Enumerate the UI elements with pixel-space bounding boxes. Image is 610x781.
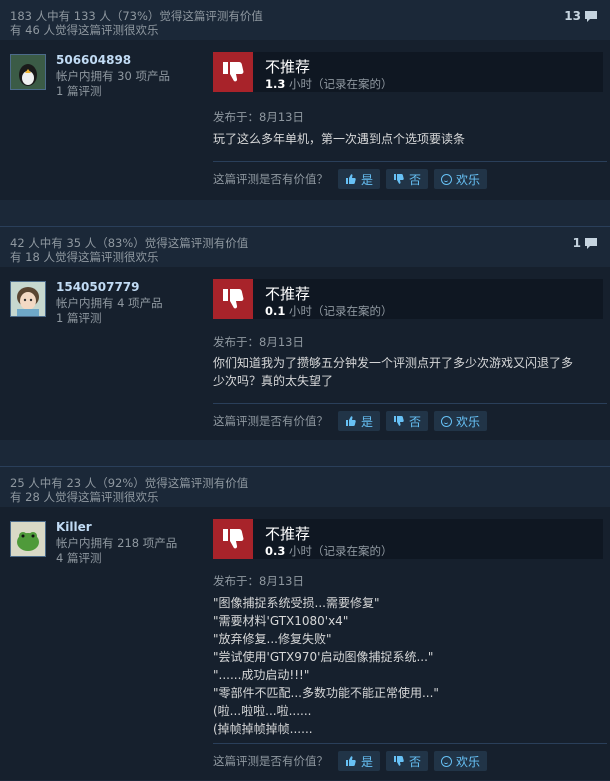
thumbs-up-icon xyxy=(346,174,356,184)
review-card: 42 人中有 35 人（83%）觉得这篇评测有价值 有 18 人觉得这篇评测很欢… xyxy=(0,226,610,440)
user-products[interactable]: 帐户内拥有 30 项产品 xyxy=(56,68,170,84)
posted-date: 发布于：8月13日 xyxy=(213,335,304,349)
smile-icon xyxy=(441,755,453,767)
verdict-box[interactable]: 不推荐 0.3 小时（记录在案的） xyxy=(213,519,603,559)
user-name[interactable]: Killer xyxy=(56,520,92,534)
vote-question: 这篇评测是否有价值？ xyxy=(213,172,328,186)
comment-icon xyxy=(585,10,597,22)
verdict-title: 不推荐 xyxy=(265,58,311,76)
user-review-count[interactable]: 1 篇评测 xyxy=(56,310,101,326)
hours-on-record: 1.3 小时（记录在案的） xyxy=(265,77,393,91)
verdict-box[interactable]: 不推荐 0.1 小时（记录在案的） xyxy=(213,279,603,319)
vote-no-label: 否 xyxy=(409,414,422,429)
user-products[interactable]: 帐户内拥有 4 项产品 xyxy=(56,295,163,311)
vote-no-button[interactable]: 否 xyxy=(386,169,429,189)
funny-summary: 有 18 人觉得这篇评测很欢乐 xyxy=(10,250,159,264)
review-card: 183 人中有 133 人（73%）觉得这篇评测有价值 有 46 人觉得这篇评测… xyxy=(0,0,610,200)
vote-yes-label: 是 xyxy=(361,172,374,187)
user-products[interactable]: 帐户内拥有 218 项产品 xyxy=(56,535,177,551)
user-review-count[interactable]: 4 篇评测 xyxy=(56,550,101,566)
vote-funny-label: 欢乐 xyxy=(456,414,481,429)
vote-yes-button[interactable]: 是 xyxy=(338,751,381,771)
hours-on-record: 0.3 小时（记录在案的） xyxy=(265,544,393,558)
thumbs-down-icon xyxy=(213,279,253,319)
vote-funny-button[interactable]: 欢乐 xyxy=(434,411,488,431)
review-card: 25 人中有 23 人（92%）觉得这篇评测有价值 有 28 人觉得这篇评测很欢… xyxy=(0,466,610,780)
vote-row: 这篇评测是否有价值？ 是 否 欢乐 xyxy=(213,411,493,431)
vote-question: 这篇评测是否有价值？ xyxy=(213,754,328,768)
vote-funny-button[interactable]: 欢乐 xyxy=(434,751,488,771)
user-name[interactable]: 506604898 xyxy=(56,53,131,67)
user-name[interactable]: 1540507779 xyxy=(56,280,140,294)
thumbs-down-icon xyxy=(394,416,404,426)
posted-date: 发布于：8月13日 xyxy=(213,574,304,588)
review-header: 25 人中有 23 人（92%）觉得这篇评测有价值 有 28 人觉得这篇评测很欢… xyxy=(0,466,610,507)
divider xyxy=(213,161,607,162)
user-review-count[interactable]: 1 篇评测 xyxy=(56,83,101,99)
vote-funny-label: 欢乐 xyxy=(456,754,481,769)
hours-on-record: 0.1 小时（记录在案的） xyxy=(265,304,393,318)
helpful-summary: 183 人中有 133 人（73%）觉得这篇评测有价值 xyxy=(10,9,263,23)
thumbs-down-icon xyxy=(213,52,253,92)
thumbs-down-icon xyxy=(394,174,404,184)
vote-yes-button[interactable]: 是 xyxy=(338,411,381,431)
vote-no-label: 否 xyxy=(409,172,422,187)
verdict-box[interactable]: 不推荐 1.3 小时（记录在案的） xyxy=(213,52,603,92)
thumbs-up-icon xyxy=(346,756,356,766)
comment-count-button[interactable]: 13 xyxy=(564,9,598,23)
review-header: 183 人中有 133 人（73%）觉得这篇评测有价值 有 46 人觉得这篇评测… xyxy=(0,0,610,40)
vote-yes-label: 是 xyxy=(361,414,374,429)
funny-summary: 有 28 人觉得这篇评测很欢乐 xyxy=(10,490,159,504)
vote-row: 这篇评测是否有价值？ 是 否 欢乐 xyxy=(213,751,493,771)
vote-funny-button[interactable]: 欢乐 xyxy=(434,169,488,189)
vote-row: 这篇评测是否有价值？ 是 否 欢乐 xyxy=(213,169,493,189)
verdict-title: 不推荐 xyxy=(265,285,311,303)
vote-no-label: 否 xyxy=(409,754,422,769)
thumbs-down-icon xyxy=(394,756,404,766)
verdict-title: 不推荐 xyxy=(265,525,311,543)
thumbs-up-icon xyxy=(346,416,356,426)
comment-count: 13 xyxy=(564,9,581,23)
review-text: "图像捕捉系统受损...需要修复" "需要材料'GTX1080'x4" "放弃修… xyxy=(213,596,439,736)
thumbs-down-icon xyxy=(213,519,253,559)
vote-no-button[interactable]: 否 xyxy=(386,411,429,431)
comment-icon xyxy=(585,237,597,249)
review-text: 玩了这么多年单机，第一次遇到点个选项要读条 xyxy=(213,132,466,146)
vote-question: 这篇评测是否有价值？ xyxy=(213,414,328,428)
posted-date: 发布于：8月13日 xyxy=(213,110,304,124)
review-header: 42 人中有 35 人（83%）觉得这篇评测有价值 有 18 人觉得这篇评测很欢… xyxy=(0,226,610,267)
helpful-summary: 25 人中有 23 人（92%）觉得这篇评测有价值 xyxy=(10,476,249,490)
funny-summary: 有 46 人觉得这篇评测很欢乐 xyxy=(10,23,159,37)
smile-icon xyxy=(441,415,453,427)
vote-yes-label: 是 xyxy=(361,754,374,769)
review-text: 你们知道我为了攒够五分钟发一个评测点开了多少次游戏又闪退了多 少次吗？真的太失望… xyxy=(213,356,574,388)
avatar[interactable] xyxy=(10,521,46,557)
helpful-summary: 42 人中有 35 人（83%）觉得这篇评测有价值 xyxy=(10,236,249,250)
vote-yes-button[interactable]: 是 xyxy=(338,169,381,189)
avatar[interactable] xyxy=(10,281,46,317)
smile-icon xyxy=(441,173,453,185)
divider xyxy=(213,403,607,404)
avatar[interactable] xyxy=(10,54,46,90)
comment-count-button[interactable]: 1 xyxy=(573,236,598,250)
comment-count: 1 xyxy=(572,236,581,250)
divider xyxy=(213,743,607,744)
vote-funny-label: 欢乐 xyxy=(456,172,481,187)
vote-no-button[interactable]: 否 xyxy=(386,751,429,771)
